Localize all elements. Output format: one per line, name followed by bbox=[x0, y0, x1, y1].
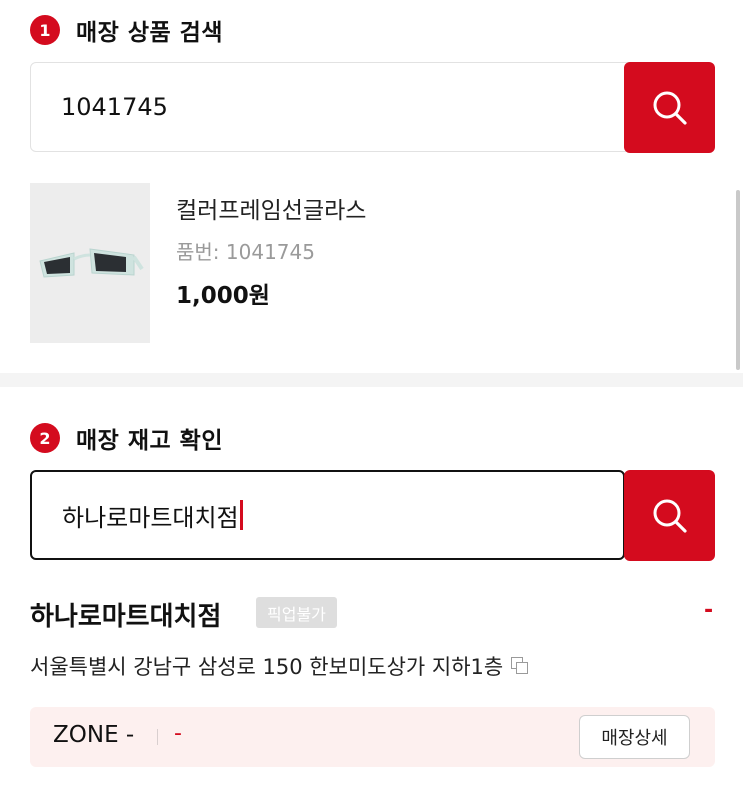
store-address-row: 서울특별시 강남구 삼성로 150 한보미도상가 지하1층 bbox=[30, 651, 529, 681]
section-divider bbox=[0, 373, 743, 387]
store-search-box: 하나로마트대치점 bbox=[30, 470, 625, 560]
product-code: 품번: 1041745 bbox=[176, 240, 315, 264]
store-search-value: 하나로마트대치점 bbox=[62, 503, 239, 532]
store-address: 서울특별시 강남구 삼성로 150 한보미도상가 지하1층 bbox=[30, 655, 504, 679]
product-search-input[interactable]: 1041745 bbox=[61, 63, 601, 151]
step-2-badge: 2 bbox=[30, 423, 60, 453]
pickup-status-badge: 픽업불가 bbox=[256, 597, 337, 628]
zone-value: - bbox=[174, 721, 182, 746]
step-1-badge: 1 bbox=[30, 15, 60, 45]
zone-separator bbox=[157, 729, 158, 745]
stock-status: - bbox=[704, 598, 714, 623]
section-2-title: 매장 재고 확인 bbox=[76, 428, 223, 454]
product-price: 1,000원 bbox=[176, 283, 270, 309]
search-icon bbox=[653, 499, 687, 533]
section-2-header: 2 매장 재고 확인 bbox=[30, 421, 223, 455]
section-1-title: 매장 상품 검색 bbox=[76, 20, 223, 46]
zone-label: ZONE - bbox=[53, 722, 135, 748]
product-search-box: 1041745 bbox=[30, 62, 685, 152]
store-search-input[interactable]: 하나로마트대치점 bbox=[62, 472, 602, 558]
product-result[interactable]: 컬러프레임선글라스 품번: 1041745 1,000원 bbox=[30, 183, 715, 343]
store-search-button[interactable] bbox=[624, 470, 715, 561]
product-search-button[interactable] bbox=[624, 62, 715, 153]
text-caret bbox=[239, 500, 243, 530]
scrollbar[interactable] bbox=[736, 190, 740, 370]
search-icon bbox=[653, 91, 687, 125]
product-name: 컬러프레임선글라스 bbox=[176, 198, 367, 224]
copy-icon[interactable] bbox=[511, 657, 529, 675]
section-1-header: 1 매장 상품 검색 bbox=[30, 13, 223, 47]
product-image bbox=[30, 183, 150, 343]
zone-bar: ZONE - - 매장상세 bbox=[30, 707, 715, 767]
store-name: 하나로마트대치점 bbox=[30, 602, 222, 632]
store-detail-button[interactable]: 매장상세 bbox=[579, 715, 690, 759]
